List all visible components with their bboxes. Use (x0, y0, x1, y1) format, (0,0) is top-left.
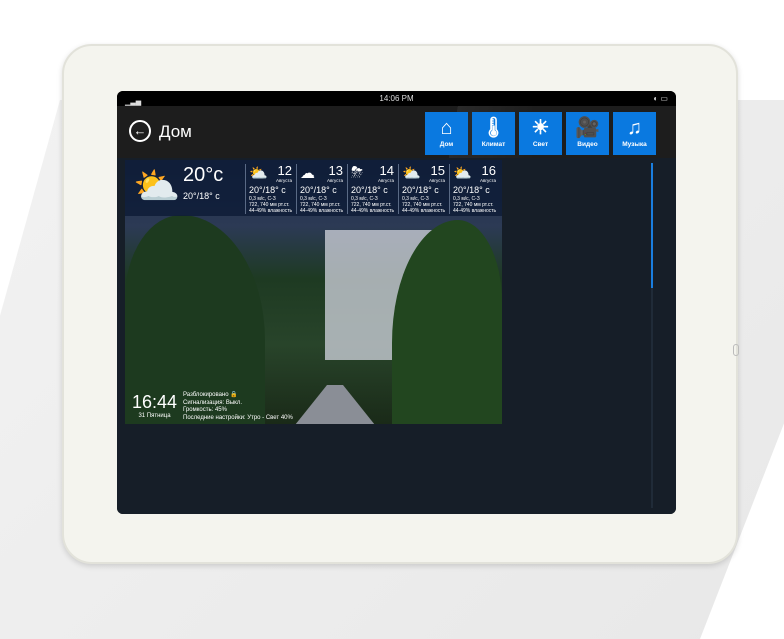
house-photo: ⛅ 20°c 20°/18° c ⛅ 12 Августа 20°/18° c … (125, 160, 502, 424)
weather-widget[interactable]: ⛅ 20°c 20°/18° c ⛅ 12 Августа 20°/18° c … (125, 160, 502, 216)
forecast-day: ⛅ 16 Августа 20°/18° c 0,3 м/с, С-З 722,… (449, 163, 499, 214)
nav-bar: ⌂ Дом 🌡 Климат ☀ Свет 🎥 Видео ♫ Музыка (425, 112, 656, 155)
battery-icon: ◐ ▭ (653, 94, 668, 103)
header: ← Дом ⌂ Дом 🌡 Климат ☀ Свет 🎥 Видео ♫ Музыка (117, 106, 676, 158)
forecast-date: 16 (481, 163, 496, 178)
nav-climate[interactable]: 🌡 Климат (472, 112, 515, 155)
clock-time: 16:44 (132, 392, 178, 412)
current-temp: 20°c (183, 164, 224, 186)
forecast-range: 20°/18° c (300, 185, 337, 195)
forecast-day: ☁ 13 Августа 20°/18° c 0,3 м/с, С-З 722,… (296, 163, 346, 214)
forecast-day: ⛅ 15 Августа 20°/18° c 0,3 м/с, С-З 722,… (398, 163, 448, 214)
forecast-day: ⛈ 14 Августа 20°/18° c 0,3 м/с, С-З 722,… (347, 163, 397, 214)
status-bar: ▁▃▅ 14:06 PM ◐ ▭ (117, 91, 676, 106)
bulb-icon: ☀ (531, 117, 550, 139)
lock-status: Разблокировано 🔒 (183, 392, 238, 398)
forecast-humidity: 44-49% влажность (351, 208, 395, 214)
forecast-range: 20°/18° c (249, 185, 286, 195)
alarm-status: Сигнализация: Выкл. (183, 399, 243, 406)
camera-icon: 🎥 (575, 117, 600, 139)
path (295, 385, 375, 424)
back-button[interactable]: ← (129, 120, 151, 142)
forecast-date: 13 (328, 163, 343, 178)
forecast-date: 15 (430, 163, 445, 178)
forecast-range: 20°/18° c (351, 185, 388, 195)
clock: 16:44 31 Пятница (132, 392, 177, 419)
weather-icon: ⛅ (402, 165, 421, 182)
scrollbar[interactable] (651, 163, 653, 288)
forecast-date: 14 (379, 163, 394, 178)
screen: ▁▃▅ 14:06 PM ◐ ▭ ← Дом ⌂ Дом 🌡 Климат ☀ Све… (117, 91, 676, 514)
clock-date: 31 Пятница (138, 413, 171, 419)
forecast-humidity: 44-49% влажность (249, 208, 293, 214)
partly-cloudy-icon: ⛅ (133, 166, 181, 208)
nav-label: Дом (439, 141, 454, 148)
current-range: 20°/18° c (183, 191, 220, 201)
content: ⛅ 20°c 20°/18° c ⛅ 12 Августа 20°/18° c … (117, 158, 676, 514)
forecast-month: Августа (378, 178, 394, 183)
nav-video[interactable]: 🎥 Видео (566, 112, 609, 155)
system-info: Разблокировано 🔒 Сигнализация: Выкл. Гро… (183, 392, 293, 422)
nav-label: Свет (532, 141, 549, 148)
nav-label: Музыка (622, 141, 647, 148)
forecast-month: Августа (429, 178, 445, 183)
page-title: Дом (159, 122, 192, 141)
forecast-range: 20°/18° c (402, 185, 439, 195)
nav-light[interactable]: ☀ Свет (519, 112, 562, 155)
nav-label: Климат (481, 141, 506, 148)
side-button[interactable] (733, 344, 739, 356)
forecast-humidity: 44-49% влажность (300, 208, 344, 214)
forecast-month: Августа (276, 178, 292, 183)
status-time: 14:06 PM (379, 94, 414, 103)
forecast-date: 12 (277, 163, 292, 178)
nav-label: Видео (577, 141, 598, 148)
forecast-humidity: 44-49% влажность (453, 208, 497, 214)
nav-home[interactable]: ⌂ Дом (425, 112, 468, 155)
forecast-month: Августа (327, 178, 343, 183)
music-icon: ♫ (627, 117, 642, 139)
nav-music[interactable]: ♫ Музыка (613, 112, 656, 155)
forecast-humidity: 44-49% влажность (402, 208, 446, 214)
forecast-day: ⛅ 12 Августа 20°/18° c 0,3 м/с, С-З 722,… (245, 163, 295, 214)
volume-status: Громкость: 45% (183, 407, 227, 413)
last-settings: Последние настройки: Утро - Свет 40% (183, 414, 293, 421)
weather-icon: ⛅ (453, 165, 472, 182)
home-icon: ⌂ (440, 117, 453, 139)
forecast-month: Августа (480, 178, 496, 183)
current-weather: ⛅ 20°c 20°/18° c (133, 164, 245, 214)
weather-icon: ⛅ (249, 165, 268, 182)
thermometer-icon: 🌡 (480, 117, 507, 139)
weather-icon: ☁ (300, 165, 315, 182)
weather-icon: ⛈ (351, 164, 364, 181)
forecast-range: 20°/18° c (453, 185, 490, 195)
